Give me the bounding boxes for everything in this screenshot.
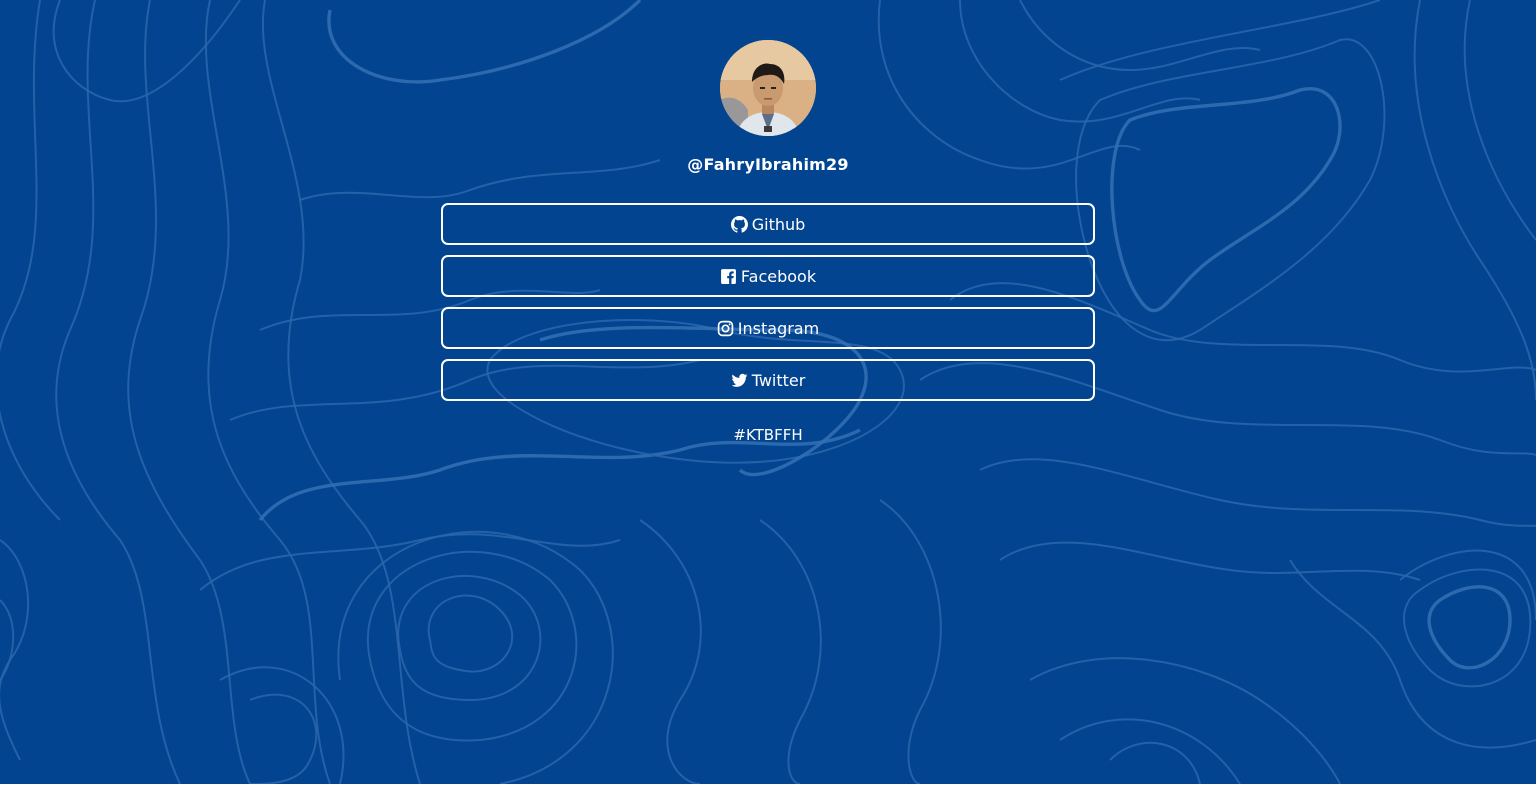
- facebook-link-label: Facebook: [740, 266, 817, 286]
- profile-username: @FahryIbrahim29: [687, 155, 849, 174]
- profile-avatar: [720, 40, 816, 136]
- instagram-link-label: Instagram: [737, 318, 820, 338]
- instagram-icon: [717, 320, 734, 337]
- twitter-link-button[interactable]: Twitter: [441, 359, 1095, 401]
- twitter-icon: [731, 372, 748, 389]
- github-link-button[interactable]: Github: [441, 203, 1095, 245]
- instagram-link-button[interactable]: Instagram: [441, 307, 1095, 349]
- footer-hashtag: #KTBFFH: [733, 426, 803, 444]
- facebook-icon: [720, 268, 737, 285]
- page-background: @FahryIbrahim29 Github Facebook Instagra…: [0, 0, 1536, 784]
- facebook-link-button[interactable]: Facebook: [441, 255, 1095, 297]
- github-icon: [730, 215, 748, 233]
- link-list: Github Facebook Instagram Twitter: [441, 203, 1095, 411]
- profile-photo-icon: [720, 40, 816, 136]
- github-link-label: Github: [751, 214, 806, 234]
- twitter-link-label: Twitter: [751, 370, 806, 390]
